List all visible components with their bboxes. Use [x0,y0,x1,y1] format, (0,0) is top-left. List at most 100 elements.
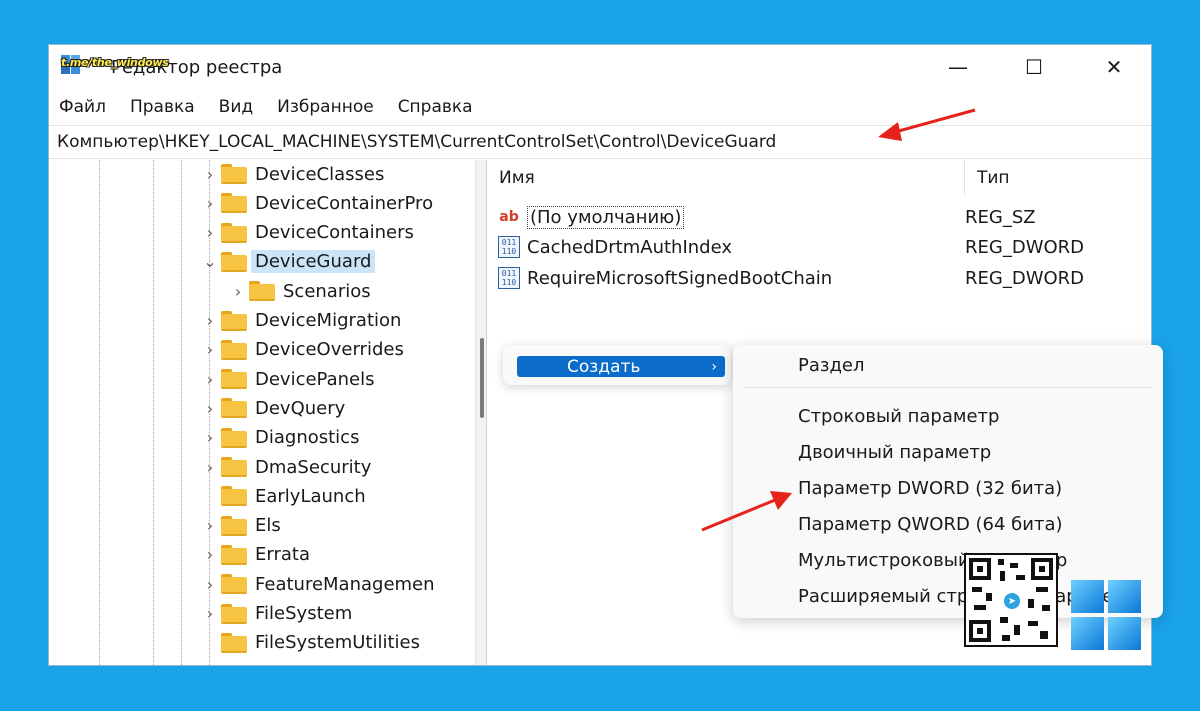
tree-item[interactable]: › Diagnostics [199,424,360,452]
tree-item[interactable]: › DeviceClasses [199,160,385,188]
menu-view[interactable]: Вид [219,97,253,117]
column-divider[interactable] [964,160,965,196]
tree-guide-line [99,160,100,665]
submenu-qword-value[interactable]: Параметр QWORD (64 бита) [798,514,1063,535]
folder-icon [221,339,247,360]
binary-value-icon: 011 110 [497,236,521,258]
folder-icon [221,164,247,184]
tree-item-label: Errata [255,544,310,566]
qr-code: ➤ [964,553,1058,647]
folder-icon [221,193,247,214]
tree-item[interactable]: › DevicePanels [199,365,375,393]
context-menu: Создать › [503,345,731,385]
tree-item[interactable]: › Els [199,512,281,540]
tree-item[interactable]: › FeatureManagemen [199,570,435,598]
title-bar[interactable]: t.me/the_windows Редактор реестра — ☐ ✕ [49,45,1151,89]
tree-item[interactable]: FileSystemUtilities [199,629,420,657]
folder-icon [221,310,247,331]
chevron-down-icon[interactable]: ⌄ [199,252,221,271]
submenu-binary-value[interactable]: Двоичный параметр [798,442,991,463]
folder-icon [221,486,247,507]
chevron-right-icon[interactable]: › [199,545,221,564]
chevron-right-icon[interactable]: › [199,311,221,330]
tree-guide-line [153,160,154,665]
maximize-icon: ☐ [1025,55,1043,79]
chevron-right-icon[interactable]: › [199,516,221,535]
value-type: REG_SZ [965,206,1036,228]
value-row[interactable]: 011 110 CachedDrtmAuthIndex REG_DWORD [497,232,1147,262]
chevron-right-icon: › [711,358,717,375]
tree-item-label: Els [255,515,281,537]
menu-bar: Файл Правка Вид Избранное Справка [49,93,1151,121]
tree-item-label: DeviceContainerPro [255,192,434,214]
value-type: REG_DWORD [965,236,1085,258]
context-menu-new[interactable]: Создать › [517,356,725,377]
submenu-dword-value[interactable]: Параметр DWORD (32 бита) [798,478,1062,499]
tree-item-label: Diagnostics [255,427,360,449]
tree-item[interactable]: EarlyLaunch [199,482,366,510]
tree-item-label: FeatureManagemen [255,573,435,595]
chevron-right-icon[interactable]: › [199,194,221,213]
folder-icon [221,544,247,565]
tree-item-label: FileSystem [255,603,353,624]
tree-item-label: DeviceMigration [255,310,402,331]
menu-favorites[interactable]: Избранное [277,97,374,117]
tree-item[interactable]: › DeviceMigration [199,307,402,335]
menu-file[interactable]: Файл [59,97,106,117]
tree-item[interactable]: ⌄ DeviceGuard [199,248,376,276]
folder-icon [221,369,247,390]
menu-edit[interactable]: Правка [130,97,195,117]
value-type: REG_DWORD [965,267,1085,289]
value-row[interactable]: ab (По умолчанию) REG_SZ [497,202,1147,232]
registry-tree: › DeviceClasses › DeviceContainerPro › Device… [49,160,475,665]
minimize-button[interactable]: — [923,45,993,89]
tree-item[interactable]: › DeviceContainers [199,219,414,247]
folder-icon [221,398,247,419]
address-bar[interactable]: Компьютер\HKEY_LOCAL_MACHINE\SYSTEM\Curr… [49,125,1151,159]
address-path: Компьютер\HKEY_LOCAL_MACHINE\SYSTEM\Curr… [57,132,777,152]
menu-help[interactable]: Справка [398,97,473,117]
tree-item-label: DmaSecurity [255,456,372,478]
chevron-right-icon[interactable]: › [199,340,221,359]
chevron-right-icon[interactable]: › [199,399,221,418]
chevron-right-icon[interactable]: › [199,604,221,623]
telegram-icon: ➤ [1002,591,1022,611]
submenu-string-value[interactable]: Строковый параметр [798,406,999,427]
close-button[interactable]: ✕ [1079,45,1149,89]
column-header-type[interactable]: Тип [977,160,1010,196]
folder-icon [221,632,247,653]
chevron-right-icon[interactable]: › [199,428,221,447]
tree-item[interactable]: › FileSystem [199,600,352,628]
tree-item[interactable]: › DeviceContainerPro [199,189,433,217]
tree-item-label: EarlyLaunch [255,485,366,507]
tree-item[interactable]: › Scenarios [227,277,371,305]
tree-item-label: DeviceOverrides [255,339,404,361]
maximize-button[interactable]: ☐ [999,45,1069,89]
value-name: (По умолчанию) [527,205,685,229]
tree-item-label: Scenarios [283,280,371,302]
tree-item[interactable]: › Errata [199,541,310,569]
new-submenu: Раздел Строковый параметр Двоичный парам… [733,345,1163,618]
tree-item-label: DeviceContainers [255,222,414,244]
chevron-right-icon[interactable]: › [199,370,221,389]
tree-item[interactable]: › DmaSecurity [199,453,372,481]
tree-item-label: FileSystemUtilities [255,632,420,654]
chevron-right-icon[interactable]: › [199,165,221,184]
column-header-name[interactable]: Имя [499,160,535,196]
folder-icon [221,603,247,624]
tree-guide-line [181,160,182,665]
tree-item-label: DevQuery [255,397,346,419]
chevron-right-icon[interactable]: › [199,575,221,594]
tree-item[interactable]: › DevQuery [199,394,346,422]
scrollbar-thumb[interactable] [480,338,484,418]
chevron-right-icon[interactable]: › [199,223,221,242]
tree-scrollbar[interactable] [475,160,487,665]
tree-item[interactable]: › DeviceOverrides [199,336,404,364]
submenu-key[interactable]: Раздел [798,355,864,376]
watermark-text: t.me/the_windows [61,56,169,69]
chevron-right-icon[interactable]: › [199,458,221,477]
chevron-right-icon[interactable]: › [227,282,249,301]
value-row[interactable]: 011 110 RequireMicrosoftSignedBootChain R… [497,263,1147,293]
tree-item-label: DeviceClasses [255,163,385,185]
folder-icon [221,574,247,595]
